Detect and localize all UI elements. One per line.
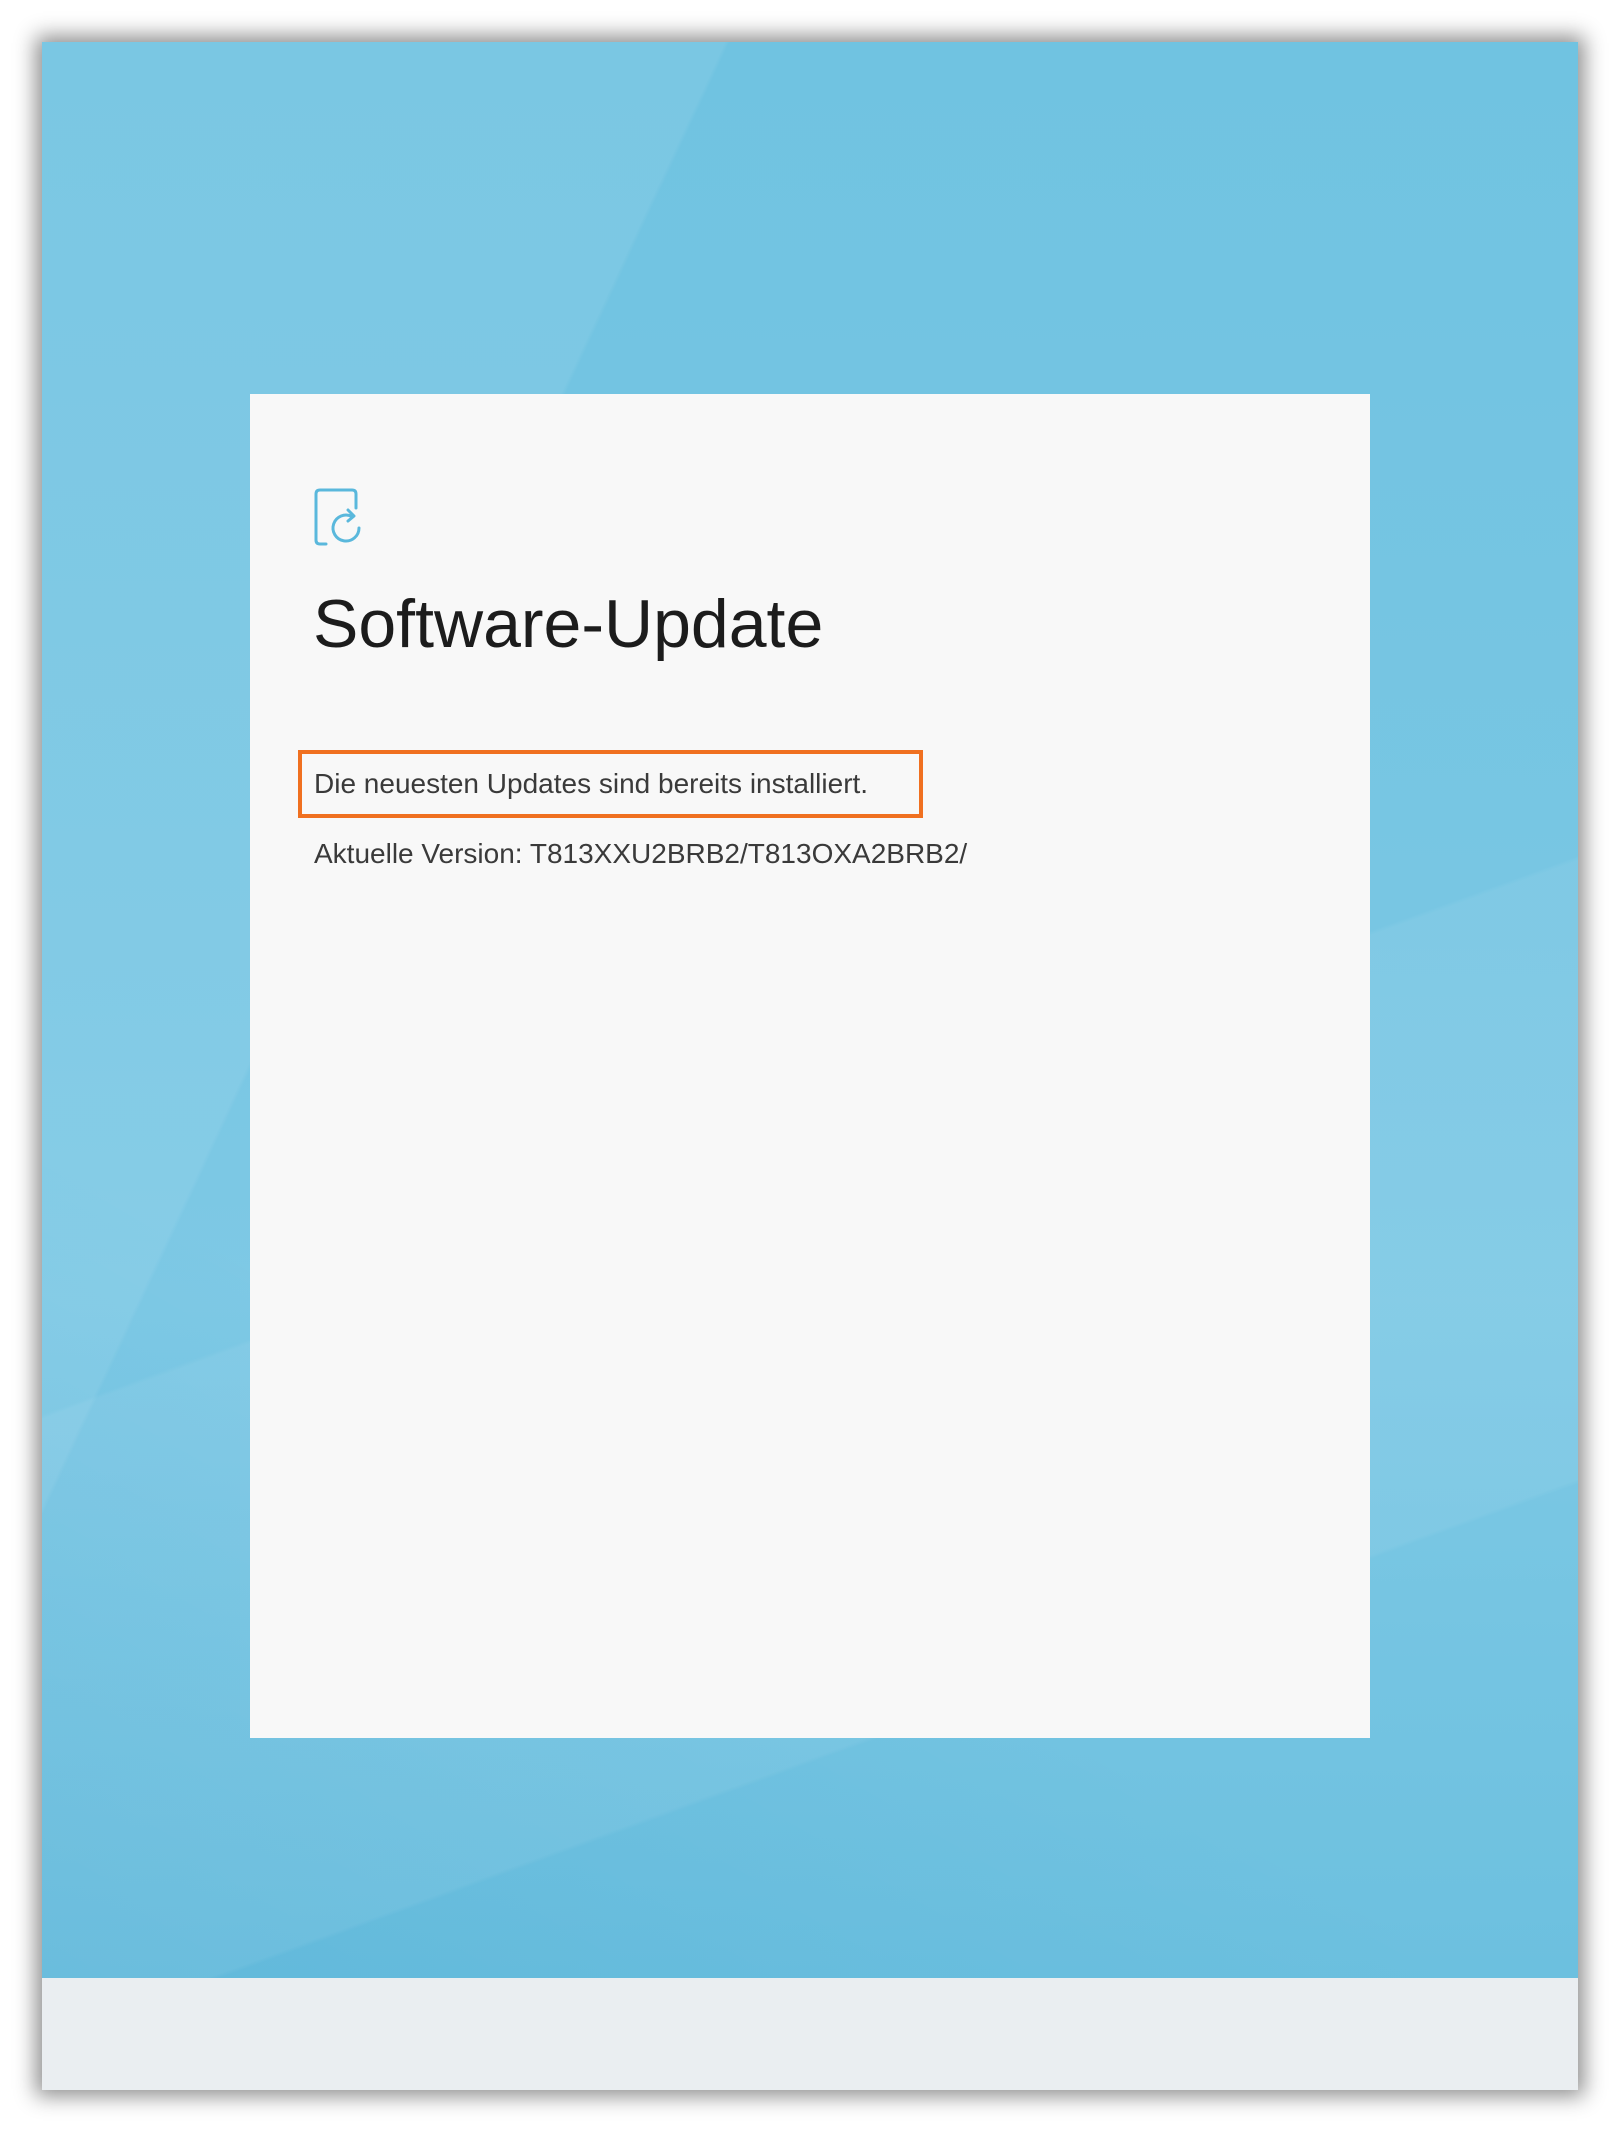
software-update-icon — [312, 486, 368, 550]
software-update-dialog: Software-Update Die neuesten Updates sin… — [250, 394, 1370, 1738]
version-label: Aktuelle Version: — [314, 838, 523, 869]
navigation-bar — [42, 1978, 1578, 2090]
version-value: T813XXU2BRB2/T813OXA2BRB2/ — [529, 838, 968, 869]
current-version-text: Aktuelle Version: T813XXU2BRB2/T813OXA2B… — [314, 836, 967, 872]
device-screen: Software-Update Die neuesten Updates sin… — [42, 42, 1578, 2090]
update-status-text: Die neuesten Updates sind bereits instal… — [314, 768, 869, 799]
page-title: Software-Update — [313, 586, 824, 662]
